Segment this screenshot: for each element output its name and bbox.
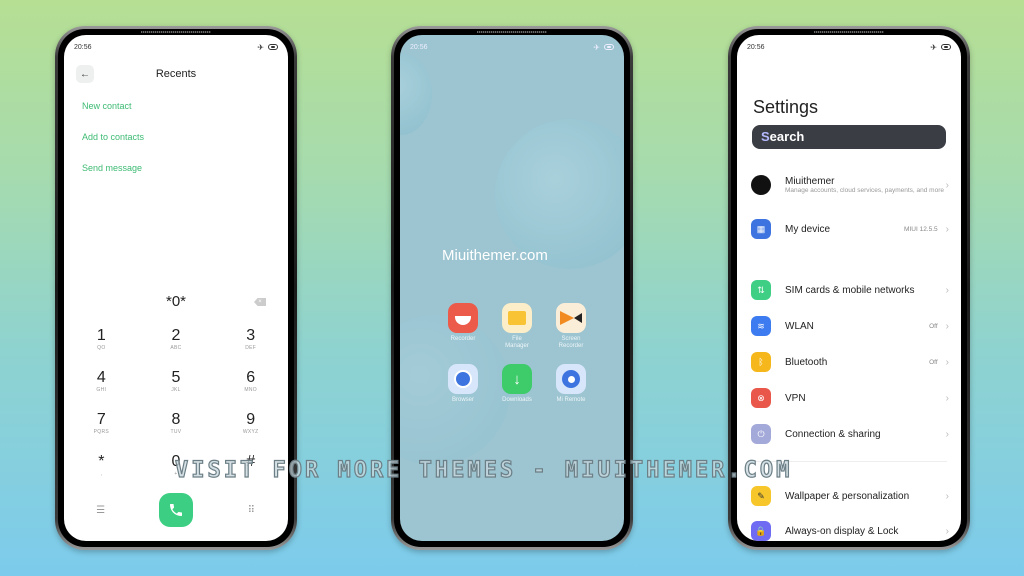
airplane-icon: ✈	[930, 42, 937, 52]
my-device-row[interactable]: ▦ My device MIUI 12.5.5 ›	[751, 215, 949, 243]
airplane-icon: ✈	[593, 42, 600, 52]
status-bar: 20:56 ✈	[747, 41, 951, 53]
chevron-right-icon: ›	[945, 284, 949, 296]
vpn-icon: ⊗	[751, 388, 771, 408]
dialed-number: *0*	[165, 293, 187, 310]
app-grid: Recorder File Manager Screen Recorder Br…	[436, 303, 598, 404]
wifi-icon: ≋	[751, 316, 771, 336]
speaker-grille	[814, 31, 884, 33]
speaker-grille	[477, 31, 547, 33]
chevron-right-icon: ›	[945, 392, 949, 404]
remote-icon	[556, 364, 586, 394]
settings-item-connection[interactable]: ⏻ Connection & sharing ›	[751, 420, 949, 448]
app-downloads[interactable]: ↓ Downloads	[490, 364, 544, 404]
settings-item-wallpaper[interactable]: ✎ Wallpaper & personalization ›	[751, 482, 949, 510]
status-bar: 20:56 ✈	[74, 41, 278, 53]
connection-icon: ⏻	[751, 424, 771, 444]
settings-item-bluetooth[interactable]: ᛒ Bluetooth Off ›	[751, 348, 949, 376]
folder-icon	[502, 303, 532, 333]
menu-icon[interactable]: ☰	[86, 505, 116, 516]
browser-icon	[448, 364, 478, 394]
speaker-grille	[141, 31, 211, 33]
device-icon: ▦	[751, 219, 771, 239]
download-icon: ↓	[502, 364, 532, 394]
search-input[interactable]: Search	[752, 125, 946, 149]
key-8[interactable]: 8 TUV	[139, 411, 214, 439]
app-mi-remote[interactable]: Mi Remote	[544, 364, 598, 404]
send-message-link[interactable]: Send message	[82, 163, 142, 173]
wallpaper-bubble	[400, 53, 432, 135]
dialer-bottom-bar: ☰ ⠿	[64, 493, 288, 527]
new-contact-link[interactable]: New contact	[82, 101, 132, 111]
lock-icon: 🔒	[751, 521, 771, 541]
phone-icon	[169, 504, 182, 516]
account-row[interactable]: Miuithemer Manage accounts, cloud service…	[751, 167, 949, 203]
chevron-right-icon: ›	[945, 356, 949, 368]
settings-item-sim[interactable]: ⇅ SIM cards & mobile networks ›	[751, 276, 949, 304]
status-time: 20:56	[747, 43, 765, 51]
key-4[interactable]: 4 GHI	[64, 369, 139, 397]
page-title: Recents	[155, 68, 197, 80]
status-time: 20:56	[74, 43, 92, 51]
wallpaper-icon: ✎	[751, 486, 771, 506]
avatar	[751, 175, 771, 195]
dialpad-icon[interactable]: ⠿	[236, 505, 266, 516]
watermark-text: VISIT FOR MORE THEMES - MIUITHEMER.COM	[174, 457, 793, 483]
screen-recorder-icon	[556, 303, 586, 333]
chevron-right-icon: ›	[945, 179, 949, 191]
key-1[interactable]: 1 QO	[64, 327, 139, 355]
app-screen-recorder[interactable]: Screen Recorder	[544, 303, 598, 350]
battery-icon	[941, 44, 951, 50]
key-5[interactable]: 5 JKL	[139, 369, 214, 397]
key-9[interactable]: 9 WXYZ	[213, 411, 288, 439]
airplane-icon: ✈	[257, 42, 264, 52]
chevron-right-icon: ›	[945, 223, 949, 235]
key-2[interactable]: 2 ABC	[139, 327, 214, 355]
call-button[interactable]	[158, 493, 193, 527]
add-to-contacts-link[interactable]: Add to contacts	[82, 132, 144, 142]
page-title: Settings	[753, 97, 819, 117]
chevron-right-icon: ›	[945, 428, 949, 440]
status-bar: 20:56 ✈	[410, 41, 614, 53]
status-time: 20:56	[410, 43, 428, 51]
chevron-right-icon: ›	[945, 525, 949, 537]
chevron-right-icon: ›	[945, 490, 949, 502]
key-3[interactable]: 3 DEF	[213, 327, 288, 355]
chevron-right-icon: ›	[945, 320, 949, 332]
sim-icon: ⇅	[751, 280, 771, 300]
settings-item-vpn[interactable]: ⊗ VPN ›	[751, 384, 949, 412]
app-file-manager[interactable]: File Manager	[490, 303, 544, 350]
recorder-icon	[448, 303, 478, 333]
bluetooth-icon: ᛒ	[751, 352, 771, 372]
home-brand-text: Miuithemer.com	[442, 247, 548, 264]
battery-icon	[604, 44, 614, 50]
search-label: Search	[761, 129, 805, 144]
key-7[interactable]: 7 PQRS	[64, 411, 139, 439]
app-browser[interactable]: Browser	[436, 364, 490, 404]
app-recorder[interactable]: Recorder	[436, 303, 490, 350]
battery-icon	[268, 44, 278, 50]
settings-item-lock[interactable]: 🔒 Always-on display & Lock ›	[751, 517, 949, 541]
key-6[interactable]: 6 MNO	[213, 369, 288, 397]
settings-item-wlan[interactable]: ≋ WLAN Off ›	[751, 312, 949, 340]
key-star[interactable]: *,	[64, 453, 139, 481]
